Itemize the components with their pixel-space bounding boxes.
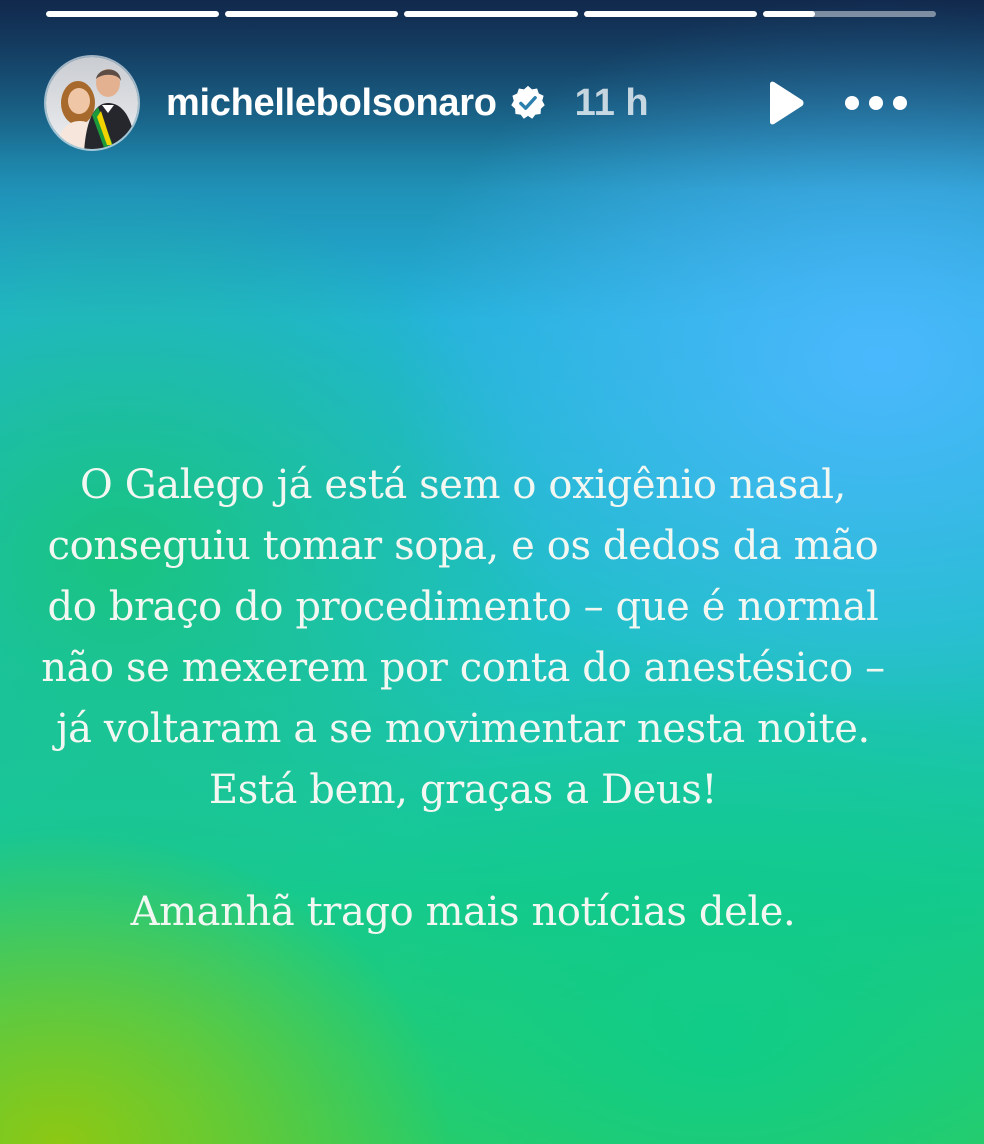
story-viewer[interactable]: michellebolsonaro 11 h O Galego já está … — [0, 0, 984, 1144]
story-header: michellebolsonaro 11 h — [44, 54, 924, 152]
story-text: O Galego já está sem o oxigênio nasal, c… — [40, 455, 886, 943]
username[interactable]: michellebolsonaro — [166, 82, 497, 125]
progress-segment — [46, 11, 220, 17]
verified-badge-icon — [510, 85, 545, 119]
progress-segment — [225, 11, 399, 17]
play-icon[interactable] — [760, 79, 808, 127]
story-paragraph-1: O Galego já está sem o oxigênio nasal, c… — [41, 462, 885, 813]
progress-segment — [762, 11, 937, 17]
profile-photo-icon — [46, 57, 138, 149]
progress-segment — [583, 11, 757, 17]
more-options-icon[interactable] — [842, 91, 910, 115]
progress-fill — [762, 11, 815, 17]
progress-fill — [46, 11, 220, 17]
avatar[interactable] — [44, 55, 140, 151]
progress-segment — [404, 11, 578, 17]
progress-fill — [404, 11, 578, 17]
post-time: 11 h — [574, 81, 649, 124]
progress-fill — [583, 11, 757, 17]
story-progress-bar — [46, 11, 937, 17]
story-paragraph-2: Amanhã trago mais notícias dele. — [130, 889, 796, 935]
progress-fill — [225, 11, 399, 17]
